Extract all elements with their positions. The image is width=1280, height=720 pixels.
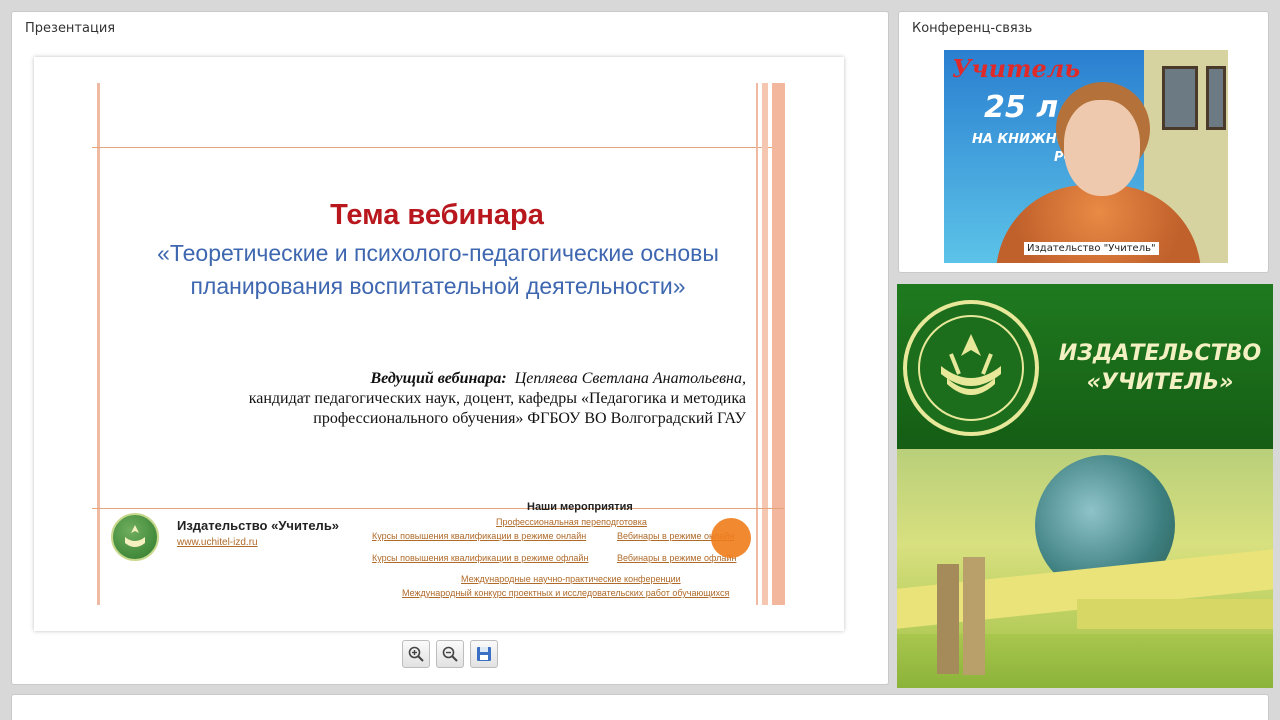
footer-url-link[interactable]: www.uchitel-izd.ru (177, 537, 258, 548)
publisher-logo-icon (111, 513, 159, 561)
presentation-panel: Презентация Тема вебинара «Теоретические… (11, 11, 889, 685)
slide-subtitle: «Теоретические и психолого-педагогически… (157, 240, 719, 299)
save-icon (477, 647, 491, 661)
host-credentials-line2: профессионального обучения» ФГБОУ ВО Вол… (313, 410, 746, 427)
book-spine-2 (963, 557, 985, 675)
host-name: Цепляева Светлана Анатольевна, (514, 370, 746, 387)
slide-stripe-1 (762, 83, 768, 605)
conference-panel-title: Конференц-связь (912, 21, 1033, 36)
event-link-conferences[interactable]: Международные научно-практические конфер… (461, 574, 681, 584)
banner-line1: ИЗДАТЕЛЬСТВО (1058, 341, 1262, 366)
banner-top: ИЗДАТЕЛЬСТВО «УЧИТЕЛЬ» (897, 284, 1273, 449)
footer-brand: Издательство «Учитель» (177, 518, 340, 533)
poster-years-text: 25 л (984, 90, 1059, 125)
publisher-emblem-icon (903, 300, 1039, 436)
host-info: Ведущий вебинара: Цепляева Светлана Анат… (249, 369, 746, 429)
event-link-contest[interactable]: Международный конкурс проектных и исслед… (402, 588, 729, 598)
event-link-webinars-offline[interactable]: Вебинары в режиме офлайн (617, 553, 736, 563)
presentation-panel-title: Презентация (25, 21, 116, 36)
conference-panel: Конференц-связь Учитель 25 л НА КНИЖНО Р… (898, 11, 1269, 273)
video-person-face (1064, 100, 1140, 196)
event-link-retraining[interactable]: Профессиональная переподготовка (496, 517, 647, 527)
slide-stripe-2 (772, 83, 785, 605)
presentation-slide: Тема вебинара «Теоретические и психолого… (34, 57, 844, 631)
zoom-out-button[interactable] (436, 640, 464, 668)
events-heading: Наши мероприятия (527, 501, 633, 513)
poster-brand-text: Учитель (952, 54, 1081, 83)
host-credentials-line1: кандидат педагогических наук, доцент, ка… (248, 390, 746, 407)
bottom-panel (11, 694, 1269, 720)
video-frame-2 (1206, 66, 1226, 130)
publisher-banner: ИЗДАТЕЛЬСТВО «УЧИТЕЛЬ» (897, 284, 1273, 688)
event-link-courses-online[interactable]: Курсы повышения квалификации в режиме он… (372, 531, 586, 541)
save-button[interactable] (470, 640, 498, 668)
poster-line-text: НА КНИЖНО (972, 132, 1068, 147)
pointer-marker (711, 518, 751, 558)
event-link-courses-offline[interactable]: Курсы повышения квалификации в режиме оф… (372, 553, 588, 563)
slide-title: Тема вебинара (330, 199, 544, 231)
book-stack-2 (1077, 599, 1273, 629)
webcam-video[interactable]: Учитель 25 л НА КНИЖНО РОС Издательство … (944, 50, 1228, 263)
banner-image-books (897, 449, 1273, 688)
slide-bottom-rule (92, 508, 784, 509)
slide-top-rule (92, 147, 784, 148)
banner-line2: «УЧИТЕЛЬ» (1086, 370, 1234, 395)
zoom-out-icon (442, 646, 458, 662)
book-spine-1 (937, 564, 959, 674)
slide-right-rule (756, 83, 758, 605)
slide-left-rule (97, 83, 100, 605)
video-frame-1 (1162, 66, 1198, 130)
zoom-in-button[interactable] (402, 640, 430, 668)
video-caption: Издательство "Учитель" (1024, 242, 1159, 255)
host-label: Ведущий вебинара: (370, 370, 507, 387)
zoom-in-icon (408, 646, 424, 662)
